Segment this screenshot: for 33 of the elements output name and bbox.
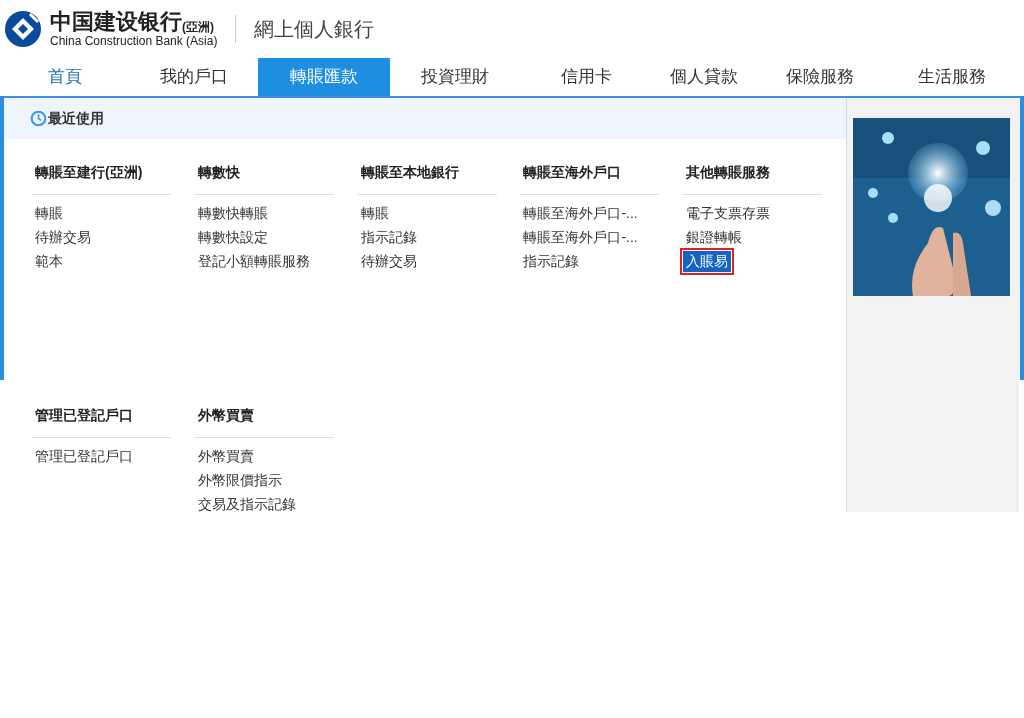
menu-link[interactable]: 範本: [32, 250, 66, 272]
menu-link[interactable]: 電子支票存票: [683, 202, 774, 224]
menu-link[interactable]: 入賬易: [683, 250, 732, 272]
menu-link[interactable]: 交易及指示記錄: [195, 493, 299, 515]
menu-heading: 轉賬至建行(亞洲): [34, 164, 143, 180]
menu-link[interactable]: 指示記錄: [520, 250, 583, 272]
menu-link[interactable]: 轉賬: [32, 202, 66, 224]
menu-link[interactable]: 待辦交易: [32, 226, 94, 248]
site-title: 網上個人銀行: [254, 17, 375, 42]
menu-link[interactable]: 指示記錄: [357, 226, 420, 248]
menu-heading: 其他轉賬服務: [685, 164, 771, 180]
bank-region: (亞洲): [182, 21, 214, 33]
menu-link[interactable]: 轉數快轉賬: [194, 202, 271, 224]
menu-link[interactable]: 銀證轉帳: [683, 226, 746, 248]
bank-logo-icon: [4, 10, 42, 48]
menu-link[interactable]: 轉數快設定: [194, 226, 271, 248]
recent-label: 最近使用: [48, 109, 104, 128]
menu-heading: 轉賬至海外戶口: [522, 164, 622, 180]
menu-link[interactable]: 轉賬至海外戶口-...: [520, 226, 641, 248]
history-icon: [30, 110, 47, 127]
menu-link[interactable]: 外幣買賣: [195, 445, 257, 467]
menu-link[interactable]: 轉賬至海外戶口-...: [520, 202, 641, 224]
menu-heading: 轉數快: [196, 164, 240, 180]
menu-link[interactable]: 轉賬: [357, 202, 392, 224]
menu-link[interactable]: 外幣限價指示: [195, 469, 285, 491]
bank-name: 中国建设银行: [50, 11, 182, 33]
menu-link[interactable]: 管理已登記戶口: [32, 445, 136, 467]
menu-heading: 外幣買賣: [197, 407, 254, 423]
menu-link[interactable]: 登記小額轉賬服務: [194, 250, 313, 272]
bank-name-english: China Construction Bank (Asia): [50, 35, 218, 47]
menu-heading: 轉賬至本地銀行: [359, 164, 459, 180]
menu-link[interactable]: 待辦交易: [357, 250, 420, 272]
menu-heading: 管理已登記戶口: [34, 407, 133, 423]
